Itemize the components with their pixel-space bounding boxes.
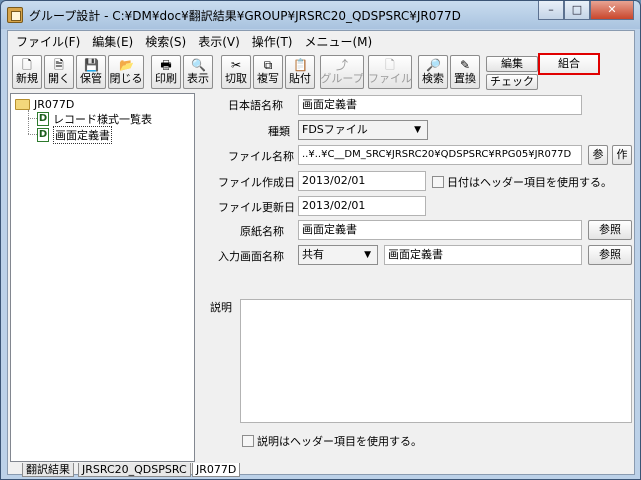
input-screen-select-value: 共有 <box>302 248 324 261</box>
open-button[interactable]: 🗎 開く <box>44 55 74 89</box>
window-title: グループ設計 - C:¥DM¥doc¥翻訳結果¥GROUP¥JRSRC20_QD… <box>29 9 461 23</box>
print-button[interactable]: 🖶 印刷 <box>151 55 181 89</box>
type-select-value: FDSファイル <box>302 123 368 136</box>
type-select[interactable]: FDSファイル ▼ <box>298 120 428 140</box>
tab-translation-result[interactable]: 翻訳結果 <box>22 463 74 477</box>
menu-search[interactable]: 検索(S) <box>139 33 192 50</box>
filename-field[interactable]: ..¥..¥C__DM_SRC¥JRSRC20¥QDSPSRC¥RPG05¥JR… <box>298 145 582 165</box>
description-textarea[interactable] <box>240 299 632 423</box>
header-date-checkbox[interactable]: 日付はヘッダー項目を使用する。 <box>432 174 612 190</box>
open-file-icon: 🗎 <box>54 58 64 72</box>
desc-header-checkbox[interactable]: 説明はヘッダー項目を使用する。 <box>242 433 422 449</box>
window-controls: – □ ✕ <box>538 1 634 21</box>
document-icon: D <box>37 128 49 142</box>
tree-item-selected[interactable]: D 画面定義書 <box>37 126 112 144</box>
original-name-field[interactable]: 画面定義書 <box>298 220 582 240</box>
new-button[interactable]: 🗋 新規 <box>12 55 42 89</box>
clipboard-icon: 📋 <box>293 58 308 72</box>
file-icon: 🗋 <box>385 58 395 72</box>
minimize-button[interactable]: – <box>538 1 564 20</box>
tab-jr077d[interactable]: JR077D <box>192 463 241 477</box>
created-date-field[interactable]: 2013/02/01 <box>298 171 426 191</box>
group-button[interactable]: ⤴ グループ <box>320 55 364 89</box>
updated-date-label: ファイル更新日 <box>218 201 295 214</box>
original-name-label: 原紙名称 <box>240 225 284 238</box>
check-button[interactable]: チェック <box>486 74 538 90</box>
magnifier-icon: 🔍 <box>191 58 206 72</box>
chevron-down-icon: ▼ <box>414 125 421 135</box>
menu-file[interactable]: ファイル(F) <box>10 33 86 50</box>
created-date-label: ファイル作成日 <box>218 176 295 189</box>
tree-item[interactable]: D レコード様式一覧表 <box>37 111 152 127</box>
save-icon: 💾 <box>84 58 99 72</box>
checkbox-box <box>432 176 444 188</box>
input-screen-field[interactable]: 画面定義書 <box>384 245 582 265</box>
desc-header-checkbox-label: 説明はヘッダー項目を使用する。 <box>257 435 422 448</box>
header-date-checkbox-label: 日付はヘッダー項目を使用する。 <box>447 176 612 189</box>
scissors-icon: ✂ <box>230 58 242 72</box>
type-label: 種類 <box>268 125 290 138</box>
group-icon: ⤴ <box>335 58 348 72</box>
folder-icon <box>15 98 30 110</box>
checkbox-box <box>242 435 254 447</box>
filename-label: ファイル名称 <box>228 150 294 163</box>
properties-form: 日本語名称 画面定義書 種類 FDSファイル ▼ ファイル名称 ..¥..¥C_… <box>198 93 634 462</box>
search-icon: 🔎 <box>426 58 441 72</box>
input-screen-label: 入力画面名称 <box>218 250 284 263</box>
paste-button[interactable]: 📋 貼付 <box>285 55 315 89</box>
app-window: グループ設計 - C:¥DM¥doc¥翻訳結果¥GROUP¥JRSRC20_QD… <box>0 0 641 480</box>
tree-item-label: レコード様式一覧表 <box>53 113 152 126</box>
original-browse-button[interactable]: 参照 <box>588 220 632 240</box>
tree-item-label: 画面定義書 <box>53 126 112 144</box>
tree-connector <box>28 110 29 134</box>
close-file-icon: 📂 <box>119 58 134 72</box>
combine-button[interactable]: 組合 <box>538 53 600 75</box>
copy-icon: ⧉ <box>263 58 273 72</box>
search-button[interactable]: 🔎 検索 <box>418 55 448 89</box>
tab-bar: 翻訳結果 JRSRC20_QDSPSRC JR077D <box>10 463 632 477</box>
document-icon: D <box>37 112 49 126</box>
menu-view[interactable]: 表示(V) <box>192 33 246 50</box>
new-file-icon: 🗋 <box>22 58 32 72</box>
replace-icon: ✎ <box>459 58 471 72</box>
tree-view[interactable]: JR077D D レコード様式一覧表 D 画面定義書 <box>10 93 195 462</box>
tab-jrsrc20-qdspsrc[interactable]: JRSRC20_QDSPSRC <box>78 463 191 477</box>
cut-button[interactable]: ✂ 切取 <box>221 55 251 89</box>
title-bar[interactable]: グループ設計 - C:¥DM¥doc¥翻訳結果¥GROUP¥JRSRC20_QD… <box>1 1 640 29</box>
save-button[interactable]: 💾 保管 <box>76 55 106 89</box>
jp-name-field[interactable]: 画面定義書 <box>298 95 582 115</box>
printer-icon: 🖶 <box>160 58 172 72</box>
file-button[interactable]: 🗋 ファイル <box>368 55 412 89</box>
chevron-down-icon: ▼ <box>364 250 371 260</box>
jp-name-label: 日本語名称 <box>228 99 283 112</box>
browse-short-button[interactable]: 参 <box>588 145 608 165</box>
tree-connector <box>28 118 37 119</box>
maximize-button[interactable]: □ <box>564 1 590 20</box>
updated-date-field[interactable]: 2013/02/01 <box>298 196 426 216</box>
copy-button[interactable]: ⧉ 複写 <box>253 55 283 89</box>
close-button[interactable]: ✕ <box>590 1 634 20</box>
tree-root[interactable]: JR077D <box>15 96 74 112</box>
edit-button[interactable]: 編集 <box>486 56 538 72</box>
menu-operation[interactable]: 操作(T) <box>246 33 299 50</box>
tree-root-label: JR077D <box>34 97 75 111</box>
menu-edit[interactable]: 編集(E) <box>86 33 139 50</box>
create-short-button[interactable]: 作 <box>612 145 632 165</box>
description-label: 説明 <box>210 301 232 314</box>
replace-button[interactable]: ✎ 置換 <box>450 55 480 89</box>
close-file-button[interactable]: 📂 閉じる <box>108 55 144 89</box>
menu-menu[interactable]: メニュー(M) <box>299 33 379 50</box>
menu-bar: ファイル(F) 編集(E) 検索(S) 表示(V) 操作(T) メニュー(M) <box>8 31 634 52</box>
client-area: ファイル(F) 編集(E) 検索(S) 表示(V) 操作(T) メニュー(M) … <box>7 30 635 477</box>
app-icon <box>7 7 23 23</box>
view-button[interactable]: 🔍 表示 <box>183 55 213 89</box>
toolbar: 🗋 新規 🗎 開く 💾 保管 📂 閉じる 🖶 印刷 🔍 表示 ✂ 切取 ⧉ 複写 📋 貼付 ⤴ グル… <box>8 53 634 91</box>
input-screen-browse-button[interactable]: 参照 <box>588 245 632 265</box>
input-screen-select[interactable]: 共有 ▼ <box>298 245 378 265</box>
tree-connector <box>28 134 37 135</box>
